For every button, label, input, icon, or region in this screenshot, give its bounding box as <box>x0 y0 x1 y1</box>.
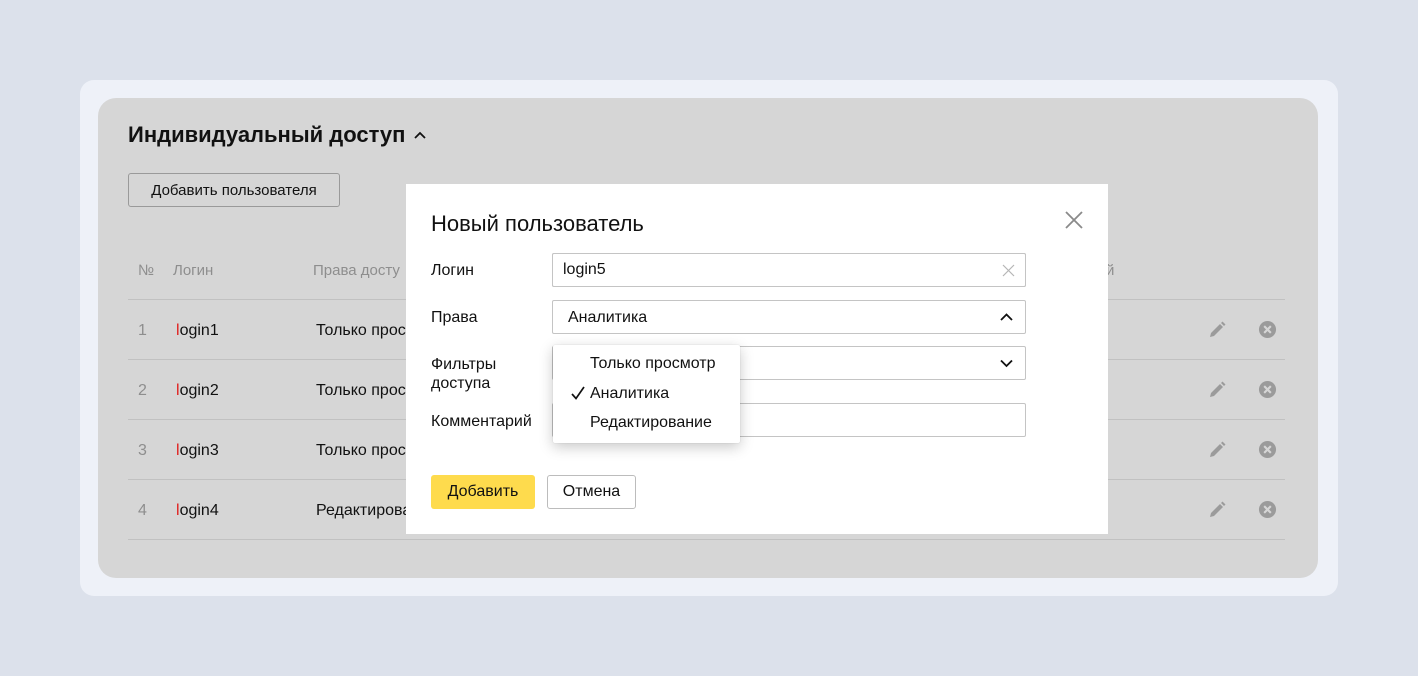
header-rights: Права досту <box>313 262 400 279</box>
header-num: № <box>138 262 155 279</box>
rights-select[interactable]: Аналитика <box>552 300 1026 334</box>
pencil-icon[interactable] <box>1207 440 1227 460</box>
chevron-down-icon[interactable] <box>1000 358 1013 368</box>
row-number: 2 <box>138 382 147 399</box>
login-rest: ogin1 <box>179 322 219 339</box>
row-number: 1 <box>138 322 147 339</box>
row-login: login4 <box>176 502 219 520</box>
remove-circle-icon[interactable] <box>1258 380 1277 399</box>
remove-circle-icon[interactable] <box>1258 440 1277 459</box>
chevron-up-icon[interactable] <box>1000 312 1013 322</box>
section-header[interactable]: Индивидуальный доступ <box>128 122 427 148</box>
header-login: Логин <box>173 262 214 279</box>
login-input[interactable] <box>552 253 1026 287</box>
filters-label-line2: доступа <box>431 375 491 392</box>
dropdown-option-label: Только просмотр <box>590 355 716 372</box>
row-number: 3 <box>138 442 147 459</box>
pencil-icon[interactable] <box>1207 380 1227 400</box>
row-rights: Только прос <box>316 442 406 459</box>
login-rest: ogin3 <box>179 442 219 459</box>
close-icon[interactable] <box>1063 209 1085 231</box>
rights-dropdown-menu: Только просмотр Аналитика Редактирование <box>553 345 740 443</box>
dropdown-option-label: Аналитика <box>590 385 670 402</box>
rights-select-value: Аналитика <box>568 309 648 326</box>
login-field[interactable] <box>552 253 1026 287</box>
section-title: Индивидуальный доступ <box>128 122 406 147</box>
row-rights: Только прос <box>316 382 406 399</box>
row-number: 4 <box>138 502 147 519</box>
filters-label-line1: Фильтры <box>431 356 497 373</box>
filters-label: Фильтры доступа <box>431 355 496 393</box>
login-rest: ogin2 <box>179 382 219 399</box>
pencil-icon[interactable] <box>1207 320 1227 340</box>
row-rights: Редактирова <box>316 502 412 519</box>
comment-label: Комментарий <box>431 413 532 430</box>
row-rights: Только прос <box>316 322 406 339</box>
row-login: login2 <box>176 382 219 400</box>
rights-label: Права <box>431 309 478 326</box>
login-rest: ogin4 <box>179 502 219 519</box>
add-button[interactable]: Добавить <box>431 475 535 509</box>
pencil-icon[interactable] <box>1207 500 1227 520</box>
row-login: login1 <box>176 322 219 340</box>
dropdown-option-analytics[interactable]: Аналитика <box>553 380 740 408</box>
remove-circle-icon[interactable] <box>1258 500 1277 519</box>
chevron-up-icon[interactable] <box>413 128 427 142</box>
dropdown-option-editing[interactable]: Редактирование <box>553 409 740 437</box>
dropdown-option-view-only[interactable]: Только просмотр <box>553 350 740 378</box>
clear-icon[interactable] <box>1002 264 1015 277</box>
new-user-dialog: Новый пользователь Логин Права Аналитика… <box>406 184 1108 534</box>
row-login: login3 <box>176 442 219 460</box>
cancel-button[interactable]: Отмена <box>547 475 636 509</box>
dropdown-option-label: Редактирование <box>590 414 712 431</box>
remove-circle-icon[interactable] <box>1258 320 1277 339</box>
add-user-button[interactable]: Добавить пользователя <box>128 173 340 207</box>
checkmark-icon <box>571 386 585 400</box>
dialog-title: Новый пользователь <box>431 211 644 236</box>
login-label: Логин <box>431 262 475 279</box>
